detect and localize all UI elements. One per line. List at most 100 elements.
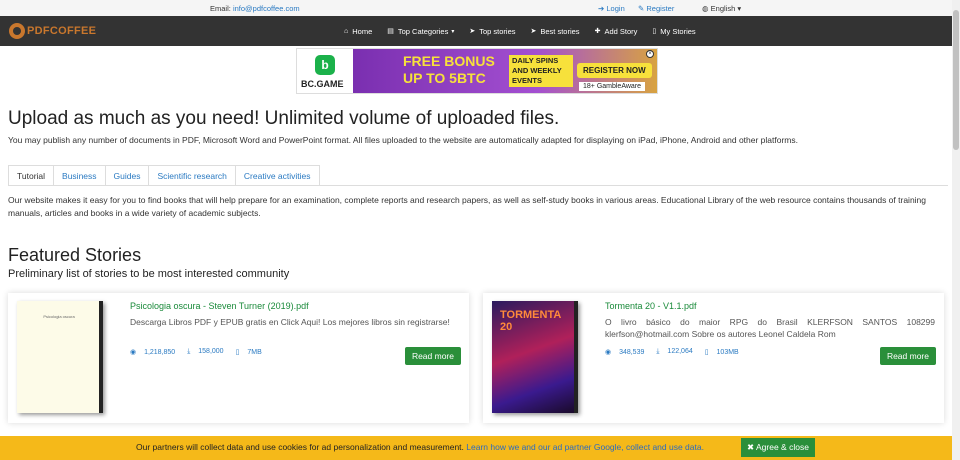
- file-icon: ▯: [235, 349, 242, 356]
- tab-tutorial[interactable]: Tutorial: [8, 165, 55, 186]
- language-dropdown[interactable]: ◍ English ▾: [702, 4, 741, 13]
- nav-label: Top stories: [479, 26, 516, 36]
- nav-label: Home: [352, 26, 373, 36]
- caret-down-icon: ▾: [737, 4, 742, 13]
- ad-subline: DAILY SPINS AND WEEKLY EVENTS: [509, 55, 573, 87]
- page-scrollbar[interactable]: [952, 0, 960, 460]
- story-stats: ◉ 1,218,850 ⤓ 158,000 ▯ 7MB: [130, 348, 274, 356]
- ad-register-button[interactable]: REGISTER NOW: [577, 63, 652, 78]
- file-icon: ▯: [704, 349, 711, 356]
- nav-label: Add Story: [604, 26, 638, 36]
- close-icon[interactable]: ×: [646, 50, 654, 58]
- register-label: Register: [646, 4, 675, 13]
- tab-guides[interactable]: Guides: [104, 165, 150, 186]
- category-tabs: Tutorial Business Guides Scientific rese…: [8, 165, 320, 186]
- read-more-button[interactable]: Read more: [404, 347, 461, 365]
- globe-icon: ◍: [702, 4, 709, 13]
- download-icon: ⤓: [656, 348, 662, 355]
- cover-text: Psicologia oscura: [43, 314, 75, 319]
- ad-banner[interactable]: b BC.GAME FREE BONUS UP TO 5BTC DAILY SP…: [296, 48, 658, 94]
- featured-subtitle: Preliminary list of stories to be most i…: [8, 268, 290, 280]
- cover-text: TORMENTA 20: [500, 309, 561, 333]
- views-stat: ◉ 1,218,850: [130, 348, 181, 356]
- eye-icon: ◉: [605, 349, 614, 356]
- cookie-message: Our partners will collect data and use c…: [136, 442, 704, 452]
- nav-item-add-story[interactable]: ✚ Add Story: [595, 27, 638, 36]
- ad-headline: FREE BONUS UP TO 5BTC: [403, 53, 495, 86]
- close-icon: ✖: [747, 442, 757, 452]
- site-logo[interactable]: PDFCOFFEE: [9, 23, 96, 39]
- story-title-link[interactable]: Tormenta 20 - V1.1.pdf: [605, 301, 697, 311]
- download-icon: ⤓: [187, 348, 193, 355]
- tab-creative-activities[interactable]: Creative activities: [234, 165, 320, 186]
- main-navbar: PDFCOFFEE ⌂ Home ▤ Top Categories ▾ ➤ To…: [0, 16, 960, 46]
- home-icon: ⌂: [344, 27, 349, 35]
- nav-item-home[interactable]: ⌂ Home: [344, 27, 372, 36]
- downloads-count: 158,000: [198, 348, 224, 355]
- contact-email: Email: info@pdfcoffee.com: [210, 4, 300, 13]
- story-card: Psicologia oscura Psicologia oscura - St…: [8, 293, 469, 423]
- language-label: English: [710, 4, 736, 13]
- upload-section: Upload as much as you need! Unlimited vo…: [8, 108, 948, 145]
- plus-icon: ✚: [594, 28, 601, 35]
- nav-item-best-stories[interactable]: ➤ Best stories: [531, 27, 580, 36]
- ad-content: FREE BONUS UP TO 5BTC DAILY SPINS AND WE…: [353, 49, 657, 93]
- agree-close-button[interactable]: ✖ Agree & close: [741, 438, 815, 457]
- cookie-consent-bar: Our partners will collect data and use c…: [0, 436, 952, 460]
- file-size: 7MB: [247, 349, 262, 356]
- logo-icon: [9, 23, 25, 39]
- nav-label: My Stories: [660, 26, 696, 36]
- ad-brand-panel: b BC.GAME: [297, 49, 353, 93]
- scrollbar-thumb[interactable]: [953, 10, 959, 150]
- nav-item-top-categories[interactable]: ▤ Top Categories ▾: [387, 27, 454, 36]
- email-label: Email:: [210, 4, 231, 13]
- file-size: 103MB: [716, 349, 739, 356]
- tab-business[interactable]: Business: [53, 165, 106, 186]
- file-icon: ▯: [652, 28, 657, 35]
- login-link[interactable]: ➔ Login: [598, 4, 625, 13]
- nav-label: Top Categories: [397, 26, 449, 36]
- ad-age-notice: 18+ GambleAware: [579, 82, 646, 91]
- login-icon: ➔: [598, 4, 605, 13]
- book-cover[interactable]: Psicologia oscura: [17, 301, 103, 413]
- cookie-learn-more-link[interactable]: Learn how we and our ad partner Google, …: [466, 442, 704, 452]
- upload-description: You may publish any number of documents …: [8, 135, 798, 145]
- book-cover[interactable]: TORMENTA 20: [492, 301, 578, 413]
- cookie-text: Our partners will collect data and use c…: [136, 442, 464, 452]
- paper-plane-icon: ➤: [469, 28, 476, 35]
- read-more-button[interactable]: Read more: [879, 347, 936, 365]
- nav-item-my-stories[interactable]: ▯ My Stories: [652, 27, 695, 36]
- downloads-stat: ⤓ 122,064: [656, 348, 698, 356]
- email-link[interactable]: info@pdfcoffee.com: [233, 4, 300, 13]
- edit-icon: ✎: [638, 4, 645, 13]
- downloads-count: 122,064: [667, 348, 693, 355]
- story-title-link[interactable]: Psicologia oscura - Steven Turner (2019)…: [130, 301, 309, 311]
- login-label: Login: [606, 4, 625, 13]
- story-stats: ◉ 348,539 ⤓ 122,064 ▯ 103MB: [605, 348, 751, 356]
- size-stat: ▯ 7MB: [236, 348, 268, 356]
- agree-label: Agree & close: [756, 442, 809, 452]
- views-stat: ◉ 348,539: [605, 348, 650, 356]
- nav-label: Best stories: [540, 26, 580, 36]
- page-title: Upload as much as you need! Unlimited vo…: [8, 108, 560, 129]
- list-icon: ▤: [387, 28, 394, 35]
- downloads-stat: ⤓ 158,000: [187, 348, 229, 356]
- bc-game-logo-icon: b: [315, 55, 335, 75]
- nav-menu: ⌂ Home ▤ Top Categories ▾ ➤ Top stories …: [344, 16, 711, 46]
- nav-item-top-stories[interactable]: ➤ Top stories: [469, 27, 515, 36]
- story-card: TORMENTA 20 Tormenta 20 - V1.1.pdf O liv…: [483, 293, 944, 423]
- top-bar: Email: info@pdfcoffee.com ➔ Login ✎ Regi…: [0, 0, 960, 16]
- tab-content: Our website makes it easy for you to fin…: [8, 195, 927, 218]
- eye-icon: ◉: [130, 349, 139, 356]
- tab-scientific-research[interactable]: Scientific research: [148, 165, 236, 186]
- paper-plane-icon: ➤: [530, 28, 537, 35]
- story-description: O livro básico do maior RPG do Brasil KL…: [605, 317, 935, 339]
- caret-down-icon: ▾: [451, 28, 455, 35]
- story-description: Descarga Libros PDF y EPUB gratis en Cli…: [130, 317, 450, 327]
- ad-brand: BC.GAME: [301, 79, 344, 89]
- views-count: 348,539: [619, 349, 645, 356]
- logo-text: PDFCOFFEE: [27, 25, 97, 37]
- size-stat: ▯ 103MB: [705, 348, 745, 356]
- register-link[interactable]: ✎ Register: [638, 4, 674, 13]
- views-count: 1,218,850: [144, 349, 176, 356]
